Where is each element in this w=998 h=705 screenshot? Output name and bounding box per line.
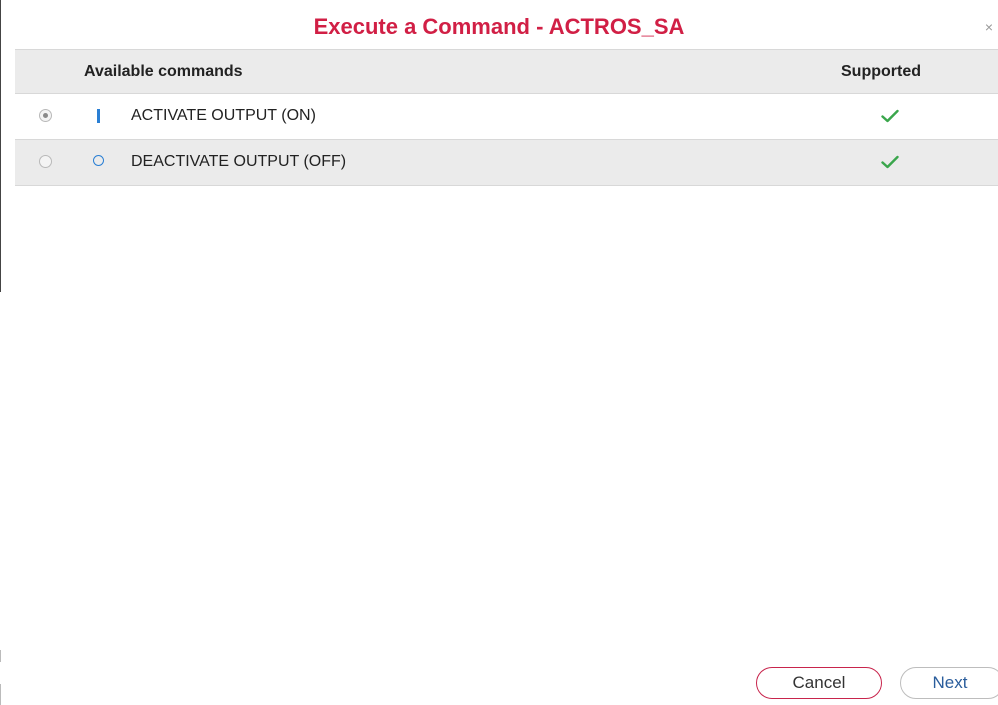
close-icon[interactable]: × bbox=[982, 20, 996, 34]
column-header-available-commands: Available commands bbox=[84, 63, 243, 80]
power-off-icon bbox=[93, 155, 104, 166]
command-label: ACTIVATE OUTPUT (ON) bbox=[131, 107, 316, 124]
dialog-title: Execute a Command - ACTROS_SA bbox=[313, 14, 685, 39]
next-button[interactable]: Next bbox=[900, 667, 998, 699]
checkmark-icon bbox=[881, 109, 899, 123]
window-left-border bbox=[0, 0, 1, 292]
commands-table: Available commands Supported ACTIVATE OU… bbox=[15, 49, 998, 186]
window-left-border-mark bbox=[0, 684, 1, 705]
command-label: DEACTIVATE OUTPUT (OFF) bbox=[131, 153, 347, 170]
window-left-border-mark bbox=[0, 650, 1, 662]
command-radio-deactivate[interactable] bbox=[39, 155, 52, 168]
cancel-button[interactable]: Cancel bbox=[756, 667, 882, 699]
command-row-deactivate-output[interactable]: DEACTIVATE OUTPUT (OFF) bbox=[15, 140, 998, 186]
execute-command-dialog: Execute a Command - ACTROS_SA × Availabl… bbox=[0, 0, 998, 705]
checkmark-icon bbox=[881, 155, 899, 169]
column-header-supported: Supported bbox=[841, 63, 921, 80]
table-header: Available commands Supported bbox=[15, 50, 998, 94]
command-row-activate-output[interactable]: ACTIVATE OUTPUT (ON) bbox=[15, 94, 998, 140]
command-radio-activate[interactable] bbox=[39, 109, 52, 122]
power-on-icon bbox=[97, 109, 100, 123]
